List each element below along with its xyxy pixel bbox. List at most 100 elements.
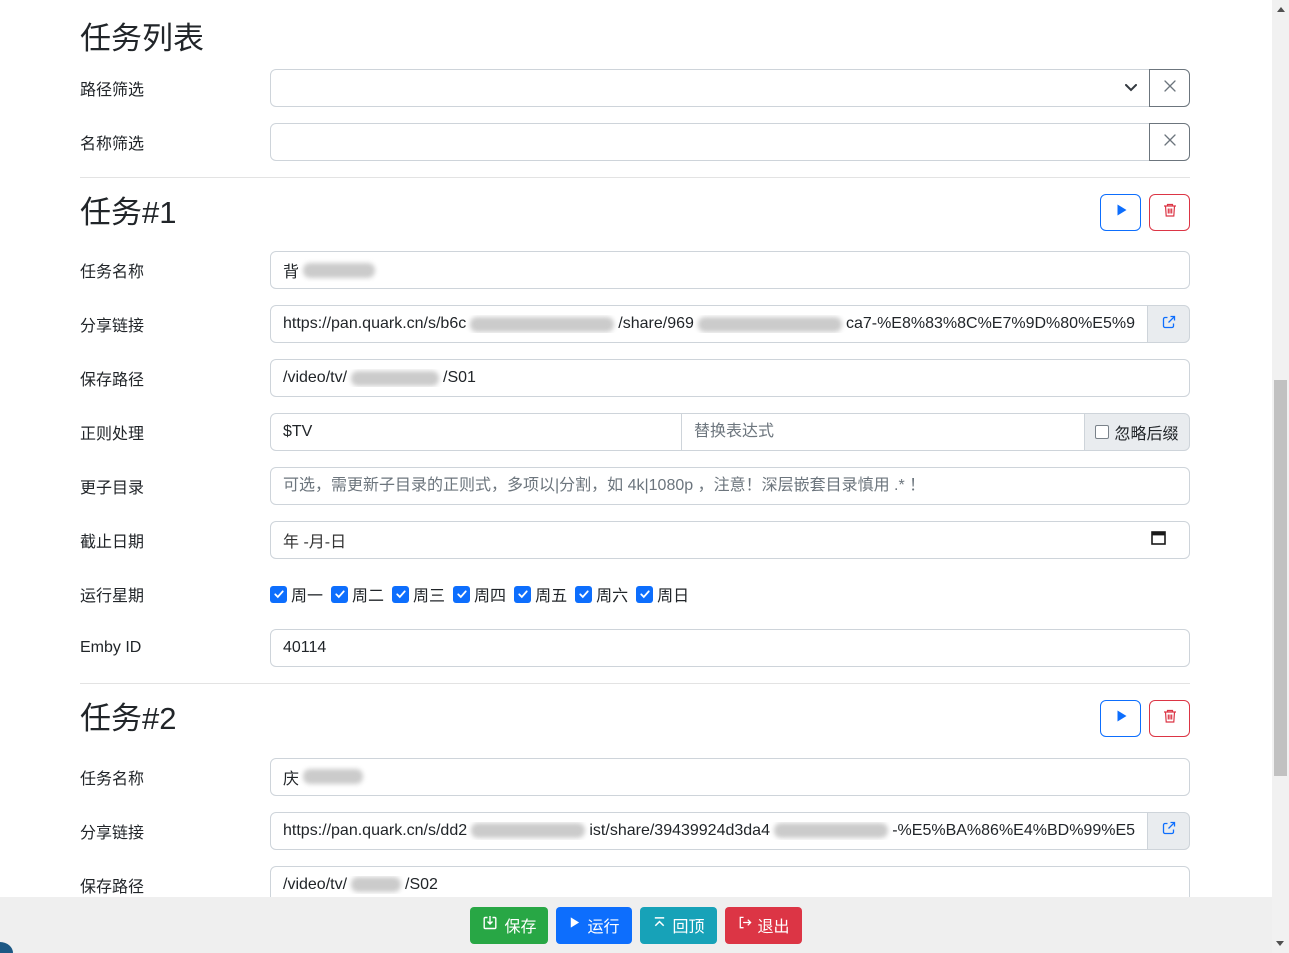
task1-replace-input[interactable] xyxy=(681,413,1085,451)
trash-icon xyxy=(1162,708,1178,729)
subdir-label: 更子目录 xyxy=(80,474,270,498)
task1-link-row: 分享链接 https://pan.quark.cn/s/b6c/share/96… xyxy=(80,305,1190,343)
text-segment: 背 xyxy=(283,258,299,282)
task1-weekdays-row: 运行星期 周一 周二 周三 周四 周五 周六 周日 xyxy=(80,575,1190,613)
scrollbar-up-arrow-icon[interactable] xyxy=(1277,7,1285,12)
text-segment: 庆 xyxy=(283,765,299,789)
chevron-bar-up-icon xyxy=(652,915,667,935)
weekday-checkbox-fri[interactable]: 周五 xyxy=(514,582,567,606)
task2-name-row: 任务名称 庆 xyxy=(80,758,1190,796)
text-segment: /S01 xyxy=(443,369,476,387)
path-filter-clear-button[interactable] xyxy=(1149,69,1190,107)
text-segment: ca7-%E8%83%8C%E7%9D%80%E5%9 xyxy=(846,315,1135,333)
ignore-suffix-addon[interactable]: 忽略后缀 xyxy=(1084,413,1190,451)
deadline-label: 截止日期 xyxy=(80,528,270,552)
share-link-label: 分享链接 xyxy=(80,312,270,336)
task1-path-input[interactable]: /video/tv/ /S01 xyxy=(270,359,1190,397)
weekday-checkbox-thu[interactable]: 周四 xyxy=(453,582,506,606)
weekday-checkbox-mon[interactable]: 周一 xyxy=(270,582,323,606)
name-filter-row: 名称筛选 xyxy=(80,123,1190,161)
emby-id-label: Emby ID xyxy=(80,639,270,657)
weekday-checkbox-sat[interactable]: 周六 xyxy=(575,582,628,606)
save-button-label: 保存 xyxy=(504,913,536,937)
task1-header: 任务#1 xyxy=(80,194,1190,231)
path-filter-row: 路径筛选 xyxy=(80,69,1190,107)
back-to-top-button[interactable]: 回顶 xyxy=(640,907,717,944)
task1-deadline-input[interactable]: 年 -月-日 xyxy=(270,521,1190,559)
run-button-label: 运行 xyxy=(587,913,619,937)
text-segment: https://pan.quark.cn/s/dd2 xyxy=(283,822,467,840)
task2-open-link-button[interactable] xyxy=(1147,812,1190,850)
page-title: 任务列表 xyxy=(80,20,1190,57)
text-segment: https://pan.quark.cn/s/b6c xyxy=(283,315,466,333)
task2-link-input[interactable]: https://pan.quark.cn/s/dd2ist/share/3943… xyxy=(270,812,1148,850)
task1-name-input[interactable]: 背 xyxy=(270,251,1190,289)
task-list-container: 任务列表 路径筛选 xyxy=(0,0,1272,904)
exit-button-label: 退出 xyxy=(758,913,790,937)
run-button[interactable]: 运行 xyxy=(556,907,631,944)
save-icon xyxy=(482,915,498,936)
task1-title: 任务#1 xyxy=(80,194,176,231)
task2-link-row: 分享链接 https://pan.quark.cn/s/dd2ist/share… xyxy=(80,812,1190,850)
task2-run-button[interactable] xyxy=(1100,700,1141,737)
task1-regex-input[interactable] xyxy=(270,413,682,451)
vertical-scrollbar[interactable] xyxy=(1272,0,1289,953)
name-filter-clear-button[interactable] xyxy=(1149,123,1190,161)
date-placeholder-text: 年 -月-日 xyxy=(283,528,346,552)
weekday-checkbox-sun[interactable]: 周日 xyxy=(636,582,689,606)
task1-delete-button[interactable] xyxy=(1149,194,1190,231)
scrollbar-thumb[interactable] xyxy=(1274,380,1287,776)
task1-emby-row: Emby ID xyxy=(80,629,1190,667)
back-to-top-label: 回顶 xyxy=(673,913,705,937)
task1-subdir-input[interactable] xyxy=(270,467,1190,505)
task1-path-row: 保存路径 /video/tv/ /S01 xyxy=(80,359,1190,397)
redacted-text xyxy=(698,317,842,332)
name-filter-input[interactable] xyxy=(270,123,1150,161)
text-segment: /share/969 xyxy=(618,315,694,333)
x-icon xyxy=(1163,133,1177,152)
task1-emby-input[interactable] xyxy=(270,629,1190,667)
checkbox-checked-icon xyxy=(453,586,470,603)
save-button[interactable]: 保存 xyxy=(470,907,548,944)
section-divider xyxy=(80,683,1190,684)
task2-title: 任务#2 xyxy=(80,700,176,737)
text-segment: /S02 xyxy=(405,876,438,894)
redacted-text xyxy=(303,769,363,784)
checkbox-checked-icon xyxy=(514,586,531,603)
task1-link-input[interactable]: https://pan.quark.cn/s/b6c/share/969 ca7-… xyxy=(270,305,1148,343)
weekday-checkbox-tue[interactable]: 周二 xyxy=(331,582,384,606)
save-path-label: 保存路径 xyxy=(80,366,270,390)
save-path-label: 保存路径 xyxy=(80,873,270,897)
footer-toolbar: 保存 运行 回顶 退出 xyxy=(0,897,1272,953)
checkbox-checked-icon xyxy=(392,586,409,603)
path-filter-select[interactable] xyxy=(270,69,1150,107)
redacted-text xyxy=(303,263,375,278)
task-name-label: 任务名称 xyxy=(80,765,270,789)
redacted-text xyxy=(470,317,614,332)
play-icon xyxy=(568,916,581,934)
path-filter-label: 路径筛选 xyxy=(80,76,270,100)
task1-open-link-button[interactable] xyxy=(1147,305,1190,343)
task1-name-row: 任务名称 背 xyxy=(80,251,1190,289)
scrollbar-down-arrow-icon[interactable] xyxy=(1276,941,1284,946)
weekday-checkbox-wed[interactable]: 周三 xyxy=(392,582,445,606)
task2-header: 任务#2 xyxy=(80,700,1190,737)
redacted-text xyxy=(471,823,585,838)
x-icon xyxy=(1163,79,1177,98)
task2-delete-button[interactable] xyxy=(1149,700,1190,737)
ignore-suffix-label: 忽略后缀 xyxy=(1114,420,1178,444)
redacted-text xyxy=(351,371,439,386)
task1-run-button[interactable] xyxy=(1100,194,1141,231)
exit-button[interactable]: 退出 xyxy=(725,907,802,944)
checkbox-unchecked-icon[interactable] xyxy=(1095,425,1109,439)
text-segment: -%E5%BA%86%E4%BD%99%E5 xyxy=(892,822,1135,840)
task2-name-input[interactable]: 庆 xyxy=(270,758,1190,796)
checkbox-checked-icon xyxy=(636,586,653,603)
external-link-icon xyxy=(1161,820,1177,841)
section-divider xyxy=(80,177,1190,178)
text-segment: /video/tv/ xyxy=(283,369,347,387)
calendar-icon[interactable] xyxy=(1150,529,1167,551)
text-segment: /video/tv/ xyxy=(283,876,347,894)
trash-icon xyxy=(1162,202,1178,223)
task1-regex-row: 正则处理 忽略后缀 xyxy=(80,413,1190,451)
